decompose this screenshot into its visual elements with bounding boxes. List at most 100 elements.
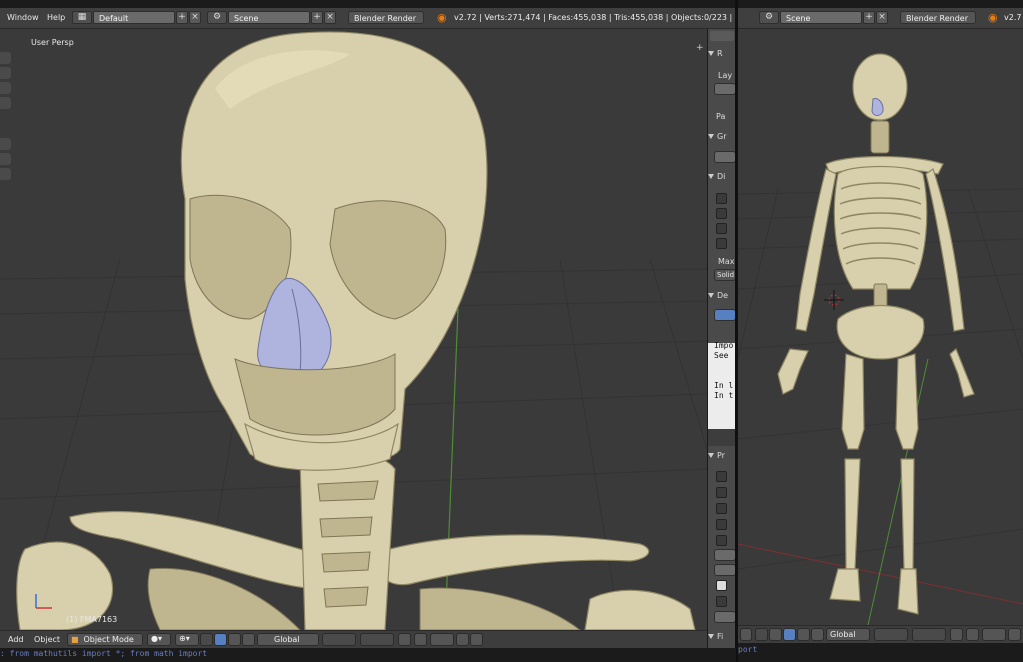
snap-icon[interactable] xyxy=(414,633,427,646)
shading-mode-button[interactable]: ●▾ xyxy=(147,633,171,646)
scene-field[interactable]: Scene xyxy=(228,11,310,24)
panel-row[interactable]: Di xyxy=(708,170,725,183)
tool-tab-6[interactable] xyxy=(0,153,11,165)
close-icon[interactable]: × xyxy=(189,11,201,24)
manipulator-icon[interactable] xyxy=(755,628,768,641)
blender-logo-icon: ◉ xyxy=(988,11,998,24)
render-engine-dropdown-right[interactable]: Blender Render xyxy=(900,11,976,24)
panel-button[interactable] xyxy=(714,549,735,561)
checkbox[interactable] xyxy=(716,535,727,546)
panel-button[interactable] xyxy=(714,564,735,576)
layout-icon[interactable]: ▦ xyxy=(72,11,92,24)
view-label: User Persp xyxy=(31,38,74,47)
console-line: Impo xyxy=(714,341,734,350)
panel-button[interactable] xyxy=(714,83,735,95)
proportional-icon[interactable] xyxy=(982,628,1006,641)
shading-dropdown[interactable]: Solid xyxy=(714,269,735,281)
checkbox[interactable] xyxy=(716,487,727,498)
viewport-left[interactable]: User Persp (1) FMA7163 + xyxy=(0,29,707,630)
shading-mode-button[interactable] xyxy=(740,628,752,641)
tool-tab-7[interactable] xyxy=(0,168,11,180)
layers-icon-2[interactable] xyxy=(360,633,394,646)
checkbox[interactable] xyxy=(716,471,727,482)
tool-tab-2[interactable] xyxy=(0,67,11,79)
panel-row[interactable]: Fi xyxy=(708,630,723,643)
render-icon[interactable] xyxy=(1008,628,1021,641)
menu-help[interactable]: Help xyxy=(47,13,65,22)
scene-stats-right: v2.7 xyxy=(1004,13,1022,22)
lock-icon[interactable] xyxy=(950,628,963,641)
snap-icon[interactable] xyxy=(966,628,979,641)
checkbox[interactable] xyxy=(716,223,727,234)
orientation-dropdown[interactable]: Global xyxy=(257,633,319,646)
tool-tab-3[interactable] xyxy=(0,82,11,94)
manipulator-icon[interactable] xyxy=(200,633,213,646)
checkbox[interactable] xyxy=(716,503,727,514)
tool-tab-1[interactable] xyxy=(0,52,11,64)
scene-field-right[interactable]: Scene xyxy=(780,11,862,24)
panel-row[interactable]: Pa xyxy=(716,110,725,123)
panel-row[interactable]: R xyxy=(708,47,723,60)
add-scene-icon[interactable]: + xyxy=(311,11,323,24)
checkbox-checked[interactable] xyxy=(716,580,727,591)
viewport-right[interactable] xyxy=(738,29,1023,625)
checkbox[interactable] xyxy=(716,208,727,219)
proportional-icon[interactable] xyxy=(430,633,454,646)
panel-row[interactable]: De xyxy=(708,289,728,302)
render-anim-icon[interactable] xyxy=(470,633,483,646)
python-console-line-right: port xyxy=(738,643,1023,662)
rotate-icon[interactable] xyxy=(797,628,810,641)
menu-window[interactable]: Window xyxy=(7,13,39,22)
viewport-grid xyxy=(0,31,707,630)
tool-tab-4[interactable] xyxy=(0,97,11,109)
panel-row[interactable]: Pr xyxy=(708,449,725,462)
split-widget-icon[interactable]: + xyxy=(696,43,704,53)
properties-panel-lower: Pr Fi xyxy=(708,429,735,648)
orientation-dropdown-right[interactable]: Global xyxy=(826,628,870,641)
tool-tab-5[interactable] xyxy=(0,138,11,150)
viewport-header-left: Add Object ■ Object Mode ●▾ ⊕▾ Global xyxy=(0,630,707,648)
viewport-header-right: Global xyxy=(738,625,1023,643)
properties-header[interactable] xyxy=(708,429,735,446)
translate-icon[interactable] xyxy=(783,628,796,641)
panel-row[interactable]: Gr xyxy=(708,130,727,143)
render-icon[interactable] xyxy=(456,633,469,646)
scale-icon[interactable] xyxy=(242,633,255,646)
panel-button[interactable] xyxy=(714,151,735,163)
add-icon[interactable]: + xyxy=(863,11,875,24)
scene-icon[interactable]: ⚙ xyxy=(207,11,227,24)
scene-stats: v2.72 | Verts:271,474 | Faces:455,038 | … xyxy=(454,13,772,22)
checkbox[interactable] xyxy=(716,519,727,530)
layers-icon[interactable] xyxy=(874,628,908,641)
close-icon[interactable]: × xyxy=(876,11,888,24)
layers-icon[interactable] xyxy=(322,633,356,646)
menu-object[interactable]: Object xyxy=(34,633,60,646)
mode-dropdown[interactable]: ■ Object Mode xyxy=(67,633,143,646)
layers-icon-2[interactable] xyxy=(912,628,946,641)
blender-logo-icon: ◉ xyxy=(437,11,447,24)
translate-icon[interactable] xyxy=(214,633,227,646)
active-button[interactable] xyxy=(714,309,735,321)
checkbox[interactable] xyxy=(716,596,727,607)
scene-icon[interactable]: ⚙ xyxy=(759,11,779,24)
axis-gizmo-icon xyxy=(33,591,55,611)
panel-row: Max xyxy=(718,257,735,266)
viewport-grid-right xyxy=(738,53,1023,625)
screen-layout-field[interactable]: Default xyxy=(93,11,175,24)
checkbox[interactable] xyxy=(716,193,727,204)
lock-icon[interactable] xyxy=(398,633,411,646)
close-scene-icon[interactable]: × xyxy=(324,11,336,24)
checkbox[interactable] xyxy=(716,238,727,249)
scale-icon[interactable] xyxy=(811,628,824,641)
panel-tabs[interactable] xyxy=(710,31,734,41)
object-label: (1) FMA7163 xyxy=(66,615,118,624)
pivot-icon[interactable]: ⊕▾ xyxy=(175,633,199,646)
panel-button[interactable] xyxy=(714,611,735,623)
menu-add[interactable]: Add xyxy=(8,633,24,646)
add-icon[interactable]: + xyxy=(176,11,188,24)
top-header-left: Window Help ▦ Default + × ⚙ Scene + × Bl… xyxy=(0,8,772,29)
cube-icon: ■ xyxy=(71,635,79,644)
pivot-icon[interactable] xyxy=(769,628,782,641)
render-engine-dropdown[interactable]: Blender Render xyxy=(348,11,424,24)
rotate-icon[interactable] xyxy=(228,633,241,646)
